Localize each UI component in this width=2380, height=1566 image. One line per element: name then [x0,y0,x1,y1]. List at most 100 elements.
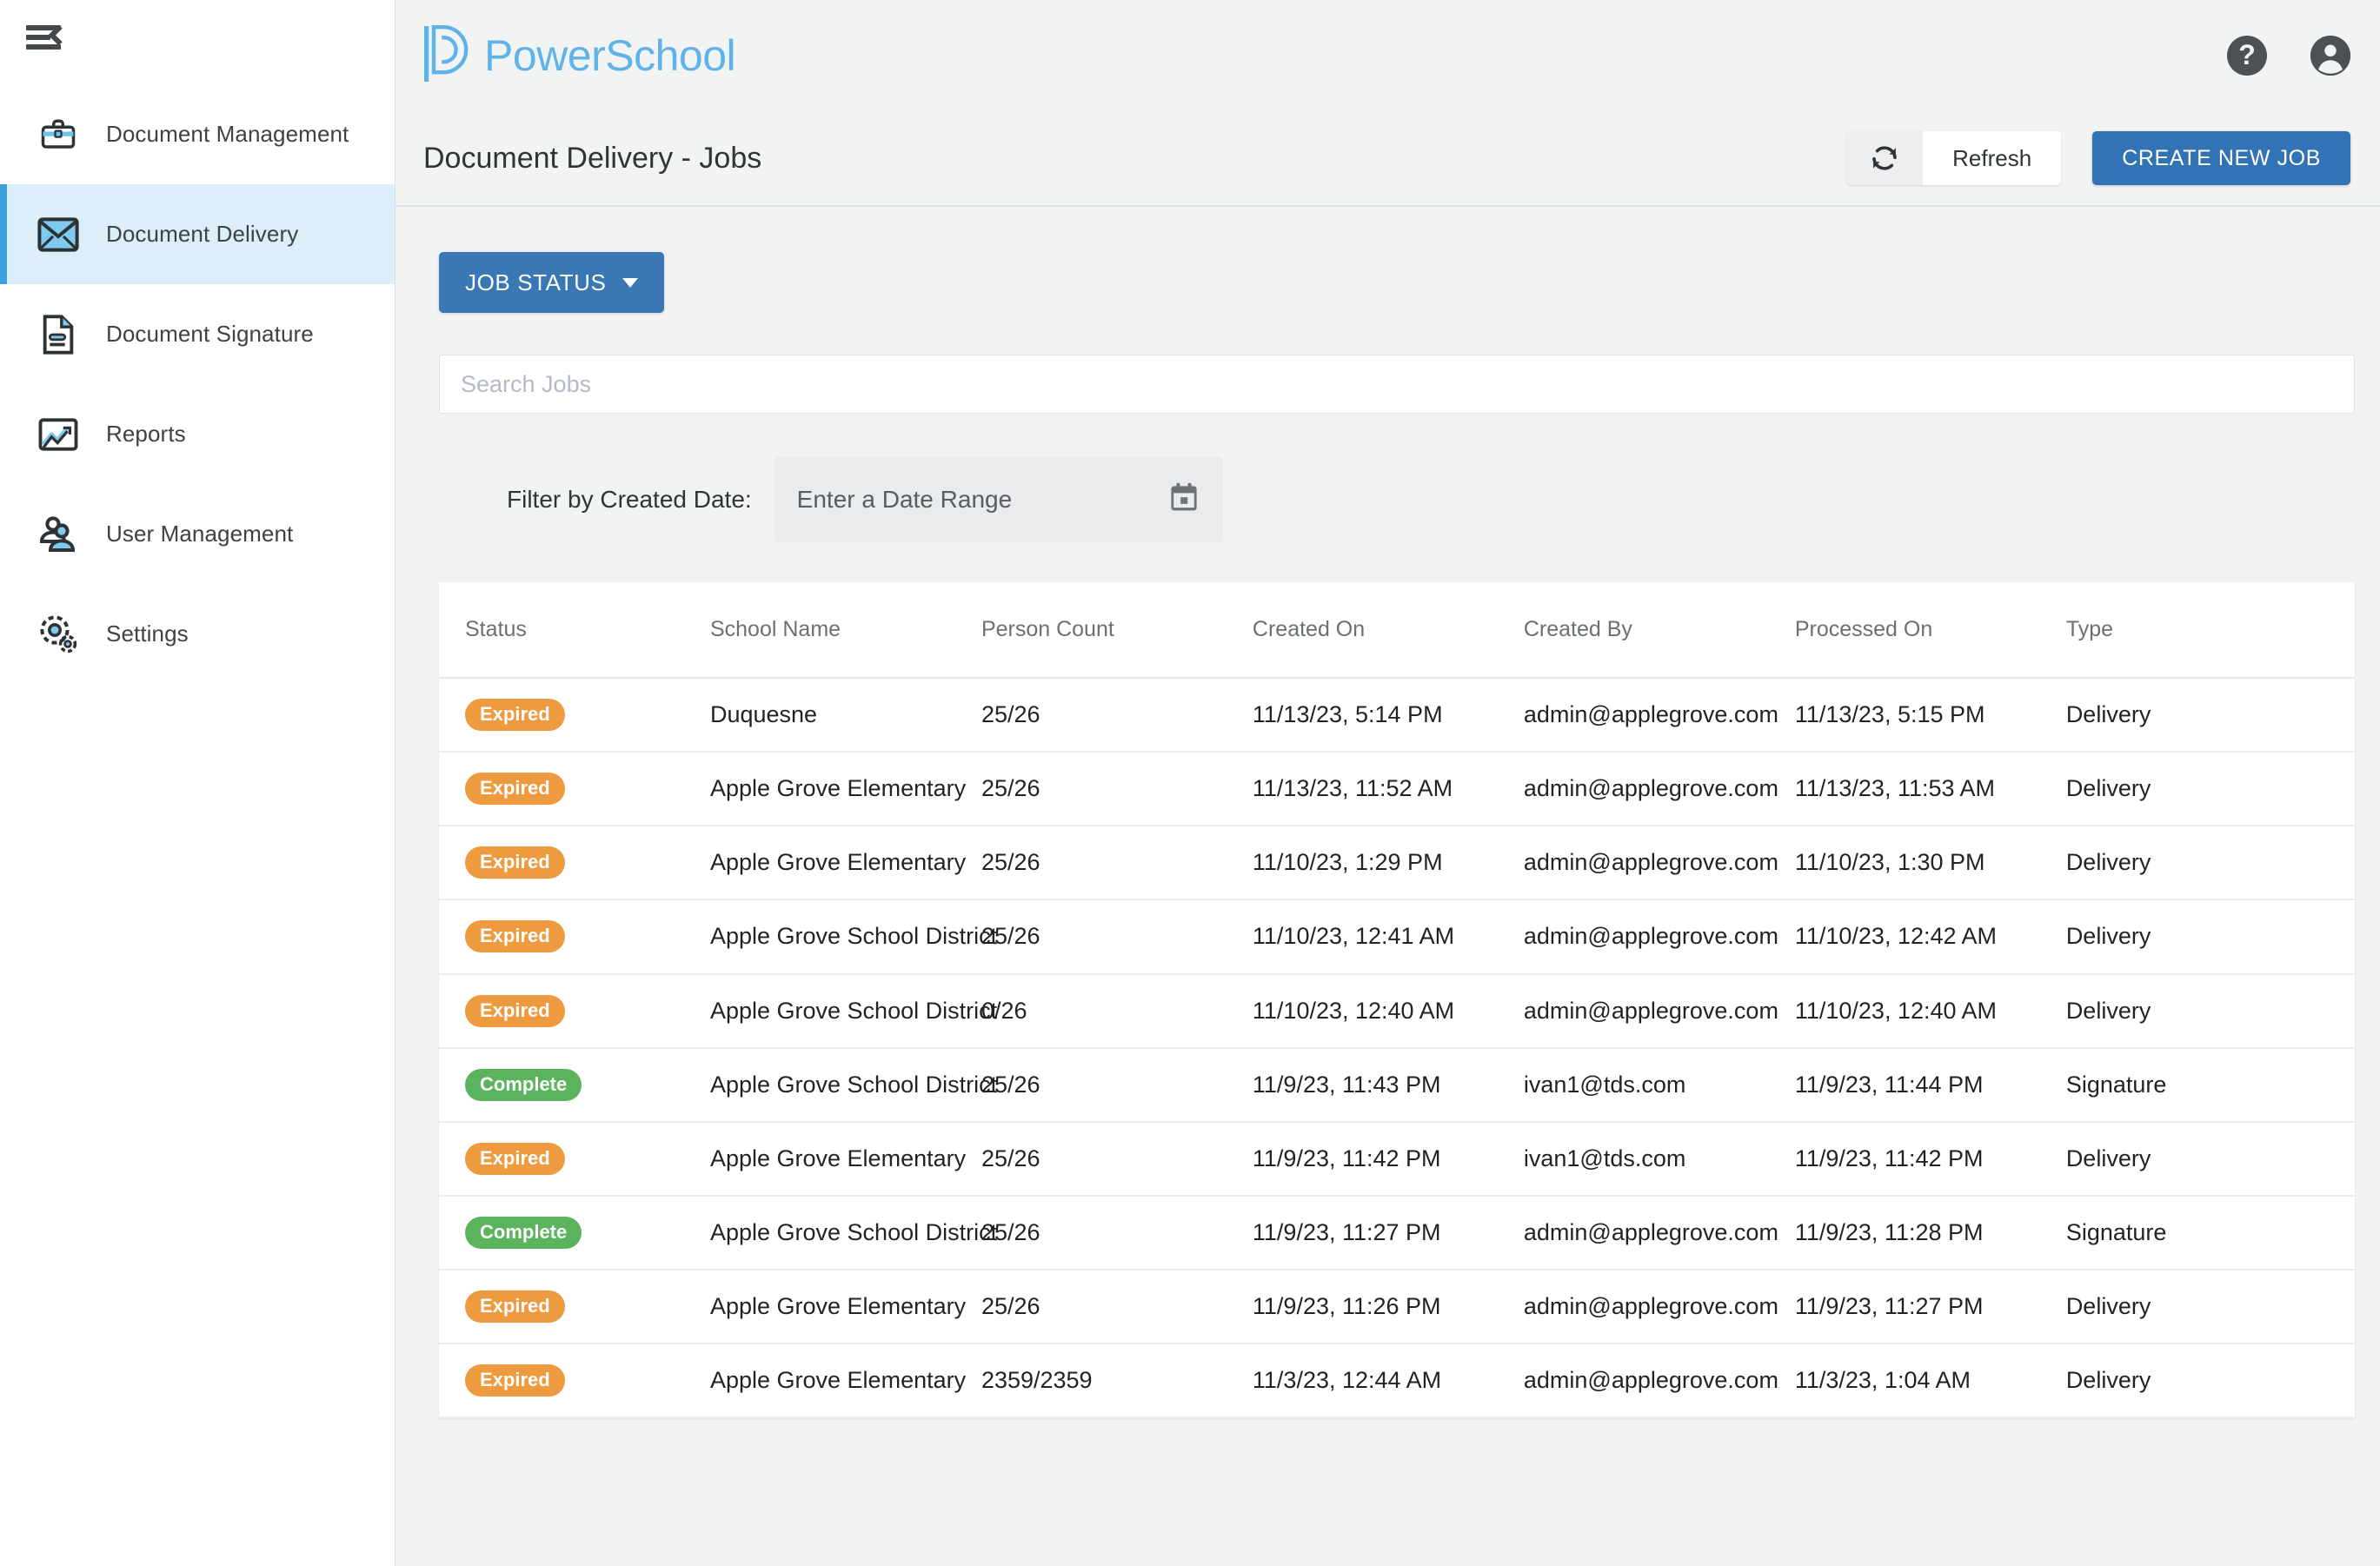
status-badge: Expired [465,994,565,1027]
status-badge: Expired [465,773,565,806]
cell-person-count: 25/26 [981,1121,1253,1197]
cell-created-by: ivan1@tds.com [1523,1121,1795,1197]
table-row[interactable]: Complete Apple Grove School District 25/26… [439,1047,2355,1123]
help-circle-icon[interactable]: ? [2227,36,2267,76]
cell-person-count: 25/26 [981,1270,1253,1345]
table-row[interactable]: Expired Duquesne 25/26 11/13/23, 5:14 PM adm… [439,678,2355,753]
cell-created-on: 11/10/23, 1:29 PM [1252,826,1524,901]
cell-processed-on: 11/9/23, 11:42 PM [1794,1121,2066,1197]
cell-created-by: admin@applegrove.com [1523,826,1795,901]
table-row[interactable]: Expired Apple Grove Elementary 25/26 11/9/2… [439,1270,2355,1345]
cell-type: Delivery [2065,826,2355,901]
cell-created-on: 11/13/23, 5:14 PM [1252,678,1524,753]
cell-school-name: Apple Grove School District [709,973,997,1049]
cell-status: Expired [439,1121,710,1197]
sidebar-item-document-signature[interactable]: Document Signature [0,284,395,384]
sidebar-item-label: Reports [106,421,186,447]
sidebar-item-document-delivery[interactable]: Document Delivery [0,184,395,284]
cell-person-count: 25/26 [981,1195,1253,1271]
account-circle-icon[interactable] [2310,36,2350,76]
column-header-created-by[interactable]: Created By [1523,582,1795,679]
column-header-school-name[interactable]: School Name [709,582,981,679]
table-row[interactable]: Expired Apple Grove School District 0/26 11… [439,973,2355,1049]
search-input[interactable] [439,355,2355,414]
cell-type: Delivery [2065,1344,2355,1419]
cell-processed-on: 11/13/23, 11:53 AM [1794,752,2066,827]
cell-type: Delivery [2065,678,2355,753]
menu-collapse-icon[interactable] [26,22,70,53]
sidebar-item-document-management[interactable]: Document Management [0,84,395,184]
page-title: Document Delivery - Jobs [423,141,762,175]
cell-processed-on: 11/9/23, 11:27 PM [1794,1270,2066,1345]
cell-person-count: 25/26 [981,826,1253,901]
search-row [439,355,2355,414]
sync-refresh-icon[interactable] [1846,131,1924,185]
status-badge: Expired [465,1364,565,1397]
brand-logo[interactable]: PowerSchool [422,23,736,90]
cell-type: Signature [2065,1195,2355,1271]
app-root: Document Management Document Delivery Do… [0,0,2380,1566]
chart-image-icon [33,410,83,459]
sidebar-item-label: Document Management [106,121,349,147]
table-row[interactable]: Expired Apple Grove Elementary 2359/2359 11… [439,1344,2355,1419]
table-row[interactable]: Expired Apple Grove School District 25/26 1… [439,899,2355,975]
date-filter-label: Filter by Created Date: [507,486,752,513]
cell-processed-on: 11/3/23, 1:04 AM [1794,1344,2066,1419]
collapse-bar [26,34,50,40]
cell-processed-on: 11/10/23, 12:42 AM [1794,899,2066,975]
sidebar-item-label: Document Signature [106,321,314,347]
column-header-processed-on[interactable]: Processed On [1794,582,2066,679]
calendar-icon[interactable] [1167,481,1200,520]
cell-type: Delivery [2065,1121,2355,1197]
cell-person-count: 0/26 [981,973,1253,1049]
cell-type: Signature [2065,1047,2355,1123]
cell-school-name: Apple Grove Elementary [709,826,981,901]
document-signature-icon [33,310,83,359]
sidebar-item-user-management[interactable]: User Management [0,484,395,584]
cell-created-on: 11/9/23, 11:27 PM [1252,1195,1524,1271]
topbar: PowerSchool ? [396,0,2380,111]
sidebar-item-label: Settings [106,620,189,647]
refresh-button[interactable]: Refresh [1923,131,2062,185]
table-row[interactable]: Expired Apple Grove Elementary 25/26 11/9/2… [439,1121,2355,1197]
job-status-dropdown-button[interactable]: JOB STATUS [439,252,664,313]
sidebar-item-reports[interactable]: Reports [0,384,395,484]
cell-status: Expired [439,678,710,753]
cell-processed-on: 11/10/23, 1:30 PM [1794,826,2066,901]
jobs-table-body: Expired Duquesne 25/26 11/13/23, 5:14 PM adm… [439,678,2355,1419]
cell-created-on: 11/10/23, 12:41 AM [1252,899,1524,975]
date-range-field[interactable]: Enter a Date Range [774,457,1223,542]
status-badge: Expired [465,920,565,953]
table-row[interactable]: Expired Apple Grove Elementary 25/26 11/13/… [439,752,2355,827]
column-header-person-count[interactable]: Person Count [981,582,1253,679]
cell-status: Complete [439,1195,710,1271]
cell-school-name: Apple Grove School District [709,899,997,975]
table-row[interactable]: Expired Apple Grove Elementary 25/26 11/10/… [439,826,2355,901]
status-badge: Complete [465,1068,582,1101]
cell-created-by: admin@applegrove.com [1523,973,1795,1049]
column-header-type[interactable]: Type [2065,582,2355,679]
cell-status: Expired [439,826,710,901]
cell-status: Expired [439,973,710,1049]
column-header-created-on[interactable]: Created On [1252,582,1524,679]
cell-processed-on: 11/9/23, 11:44 PM [1794,1047,2066,1123]
refresh-button-group[interactable]: Refresh [1846,131,2062,185]
column-header-status[interactable]: Status [439,582,710,679]
sidebar-item-label: User Management [106,521,294,547]
sidebar-item-settings[interactable]: Settings [0,584,395,684]
cell-status: Expired [439,899,710,975]
cell-created-on: 11/9/23, 11:26 PM [1252,1270,1524,1345]
table-row[interactable]: Complete Apple Grove School District 25/26… [439,1195,2355,1271]
cell-created-by: ivan1@tds.com [1523,1047,1795,1123]
status-badge: Expired [465,846,565,879]
cell-school-name: Apple Grove School District [709,1047,997,1123]
date-filter-row: Filter by Created Date: Enter a Date Ran… [439,457,2350,542]
sidebar-item-label: Document Delivery [106,221,299,247]
create-new-job-button[interactable]: CREATE NEW JOB [2092,131,2350,185]
cell-created-by: admin@applegrove.com [1523,678,1795,753]
status-badge: Complete [465,1217,582,1250]
cell-type: Delivery [2065,1270,2355,1345]
cell-processed-on: 11/13/23, 5:15 PM [1794,678,2066,753]
gears-icon [33,610,83,659]
cell-school-name: Apple Grove Elementary [709,1121,981,1197]
